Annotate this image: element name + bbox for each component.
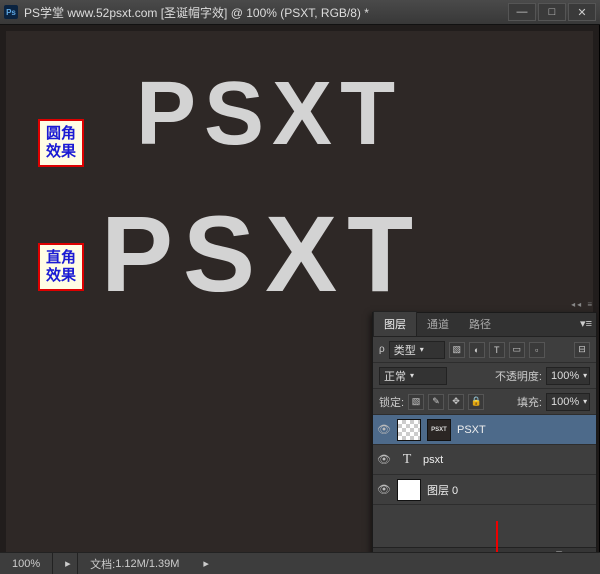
layer-row[interactable]: 👁 PSXT PSXT: [373, 415, 596, 445]
zoom-level[interactable]: 100%: [0, 553, 53, 574]
text-layer-icon: T: [397, 450, 417, 470]
annotation-sharp: 直角 效果: [38, 243, 84, 291]
lock-all-icon[interactable]: 🔒: [468, 394, 484, 410]
opacity-input[interactable]: 100%▾: [546, 367, 590, 385]
filter-pixel-icon[interactable]: ▧: [449, 342, 465, 358]
filter-type-icon[interactable]: T: [489, 342, 505, 358]
maximize-button[interactable]: □: [538, 3, 566, 21]
layer-name[interactable]: 图层 0: [427, 482, 458, 498]
filter-row: ρ 类型▾ ▧ ◐ T ▭ ▫ ⊟: [373, 337, 596, 363]
panel-tabs: 图层 通道 路径 ▾≡: [373, 313, 596, 337]
layer-row[interactable]: 👁 图层 0: [373, 475, 596, 505]
annotation-text: 效果: [46, 267, 76, 285]
tab-paths[interactable]: 路径: [459, 312, 501, 336]
tab-layers[interactable]: 图层: [373, 311, 417, 336]
opacity-label: 不透明度:: [495, 368, 542, 384]
doc-size[interactable]: 文档: 1.12M/1.39M: [78, 553, 191, 574]
lock-label: 锁定:: [379, 394, 404, 410]
lock-position-icon[interactable]: ✥: [448, 394, 464, 410]
filter-toggle-icon[interactable]: ⊟: [574, 342, 590, 358]
filter-shape-icon[interactable]: ▭: [509, 342, 525, 358]
status-menu-icon[interactable]: ▸: [191, 553, 215, 574]
doc-size-value: 1.12M/1.39M: [115, 558, 179, 570]
panel-menu-icon[interactable]: ▾≡: [580, 317, 592, 330]
panel-collapse-grip-icon[interactable]: ◂◂ ≡: [564, 300, 594, 310]
annotation-text: 圆角: [46, 125, 76, 143]
layer-list: 👁 PSXT PSXT 👁 T psxt 👁 图层 0: [373, 415, 596, 547]
layers-panel: 图层 通道 路径 ▾≡ ρ 类型▾ ▧ ◐ T ▭ ▫ ⊟ 正常▾ 不透明度: …: [372, 312, 597, 570]
close-button[interactable]: ✕: [568, 3, 596, 21]
layer-name[interactable]: PSXT: [457, 424, 486, 436]
canvas-text-sharp: PSXT: [101, 191, 423, 316]
filter-adjust-icon[interactable]: ◐: [469, 342, 485, 358]
filter-type-select[interactable]: 类型▾: [389, 341, 445, 359]
tab-channels[interactable]: 通道: [417, 312, 459, 336]
layer-row[interactable]: 👁 T psxt: [373, 445, 596, 475]
lock-pixels-icon[interactable]: ✎: [428, 394, 444, 410]
annotation-rounded: 圆角 效果: [38, 119, 84, 167]
blend-row: 正常▾ 不透明度: 100%▾: [373, 363, 596, 389]
status-chevron-icon[interactable]: ▸: [53, 553, 78, 574]
annotation-text: 直角: [46, 249, 76, 267]
layer-mask-thumb[interactable]: [397, 419, 421, 441]
layer-thumb[interactable]: [397, 479, 421, 501]
lock-row: 锁定: ▧ ✎ ✥ 🔒 填充: 100%▾: [373, 389, 596, 415]
lock-transparency-icon[interactable]: ▧: [408, 394, 424, 410]
canvas-text-rounded: PSXT: [136, 63, 403, 166]
layer-name[interactable]: psxt: [423, 454, 443, 466]
filter-kind-icon: ρ: [379, 344, 385, 355]
app-icon: Ps: [4, 5, 18, 19]
filter-smart-icon[interactable]: ▫: [529, 342, 545, 358]
visibility-toggle-icon[interactable]: 👁: [377, 423, 391, 437]
minimize-button[interactable]: —: [508, 3, 536, 21]
window-title: PS学堂 www.52psxt.com [圣诞帽字效] @ 100% (PSXT…: [24, 4, 506, 21]
visibility-toggle-icon[interactable]: 👁: [377, 483, 391, 497]
annotation-text: 效果: [46, 143, 76, 161]
status-bar: 100% ▸ 文档: 1.12M/1.39M ▸: [0, 552, 600, 574]
window-titlebar: Ps PS学堂 www.52psxt.com [圣诞帽字效] @ 100% (P…: [0, 0, 600, 25]
fill-input[interactable]: 100%▾: [546, 393, 590, 411]
blend-mode-select[interactable]: 正常▾: [379, 367, 447, 385]
layer-thumb[interactable]: PSXT: [427, 419, 451, 441]
doc-size-label: 文档:: [90, 556, 115, 572]
fill-label: 填充:: [517, 394, 542, 410]
visibility-toggle-icon[interactable]: 👁: [377, 453, 391, 467]
